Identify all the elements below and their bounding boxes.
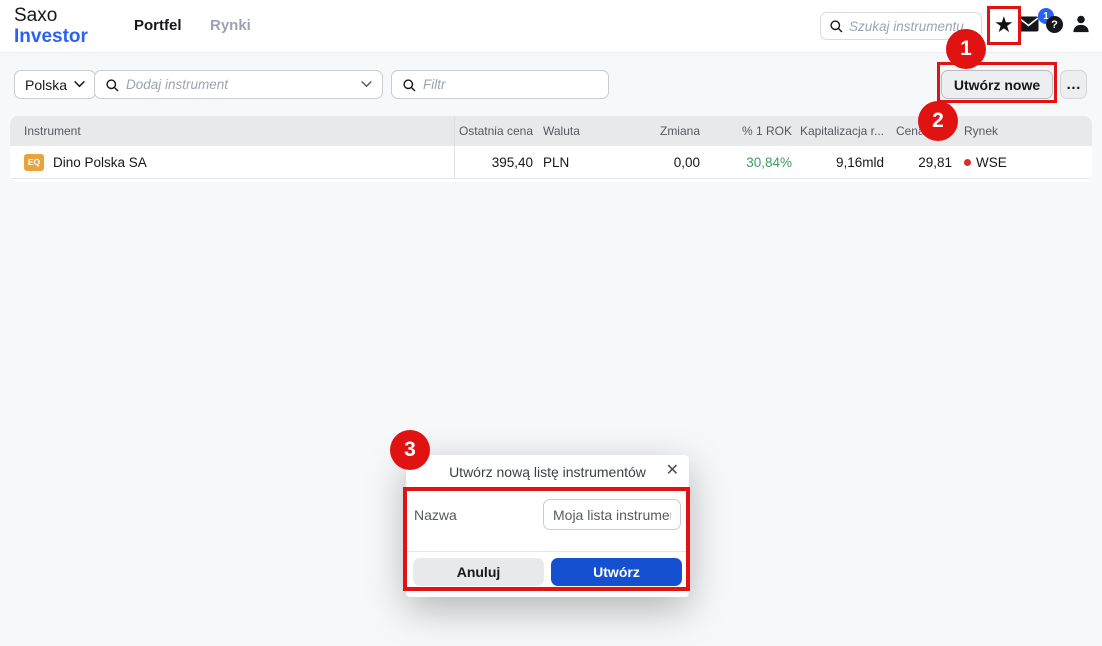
logo-line-investor: Investor xyxy=(14,26,88,47)
create-button[interactable]: Utwórz xyxy=(551,558,682,586)
column-header-market[interactable]: Rynek xyxy=(952,124,1092,138)
search-icon xyxy=(105,78,119,92)
nav-tab-rynki[interactable]: Rynki xyxy=(210,17,251,34)
price-earnings-cell: 29,81 xyxy=(884,155,952,170)
dialog-title: Utwórz nową listę instrumentów xyxy=(449,464,646,480)
dialog-body: Nazwa xyxy=(406,488,689,551)
search-icon xyxy=(402,78,416,92)
account-button[interactable] xyxy=(1072,14,1090,34)
market-code: WSE xyxy=(976,155,1007,170)
pct-1-year-cell: 30,84% xyxy=(700,155,792,170)
watchlist-star-button[interactable]: ★ xyxy=(994,12,1014,38)
last-price-cell: 395,40 xyxy=(455,155,533,170)
list-name-input[interactable] xyxy=(543,499,681,530)
close-button[interactable]: ✕ xyxy=(666,462,679,480)
search-icon xyxy=(829,19,843,33)
saxo-investor-logo[interactable]: Saxo Investor xyxy=(14,5,88,47)
change-cell: 0,00 xyxy=(605,155,700,170)
ellipsis-icon: … xyxy=(1066,80,1081,90)
create-list-dialog: Utwórz nową listę instrumentów ✕ Nazwa A… xyxy=(406,455,689,597)
chevron-down-icon xyxy=(74,81,85,88)
instrument-search-box[interactable] xyxy=(820,12,982,40)
region-selector-label: Polska xyxy=(25,77,67,93)
instrument-cell[interactable]: EQ Dino Polska SA xyxy=(10,146,455,178)
instrument-name: Dino Polska SA xyxy=(53,155,147,170)
search-input[interactable] xyxy=(849,19,973,34)
close-icon: ✕ xyxy=(666,462,679,479)
column-header-pct-1-year[interactable]: % 1 ROK xyxy=(700,124,792,138)
dialog-footer: Anuluj Utwórz xyxy=(406,551,689,597)
currency-cell: PLN xyxy=(533,155,605,170)
chevron-down-icon xyxy=(361,81,372,88)
region-selector-dropdown[interactable]: Polska xyxy=(14,70,96,99)
question-mark-icon: ? xyxy=(1051,19,1058,31)
market-cell: WSE xyxy=(952,155,1092,170)
equity-type-badge: EQ xyxy=(24,154,44,171)
messages-button[interactable]: 1 xyxy=(1018,16,1048,40)
filter-input[interactable] xyxy=(423,77,598,92)
market-cap-cell: 9,16mld xyxy=(792,155,884,170)
star-icon: ★ xyxy=(994,12,1014,37)
person-icon xyxy=(1072,14,1090,34)
market-status-dot xyxy=(964,159,971,166)
table-header-row: Instrument Ostatnia cena Waluta Zmiana %… xyxy=(10,116,1092,146)
column-header-price-earnings[interactable]: Cena/zysk xyxy=(884,124,952,138)
table-row[interactable]: EQ Dino Polska SA 395,40 PLN 0,00 30,84%… xyxy=(10,146,1092,179)
filter-box[interactable] xyxy=(391,70,609,99)
column-header-change[interactable]: Zmiana xyxy=(605,124,700,138)
column-header-instrument[interactable]: Instrument xyxy=(10,116,455,146)
column-header-market-cap[interactable]: Kapitalizacja r... xyxy=(792,124,884,138)
create-new-list-button[interactable]: Utwórz nowe xyxy=(941,70,1053,99)
add-instrument-input[interactable] xyxy=(126,77,354,92)
more-options-button[interactable]: … xyxy=(1060,70,1087,99)
dialog-title-bar: Utwórz nową listę instrumentów ✕ xyxy=(406,455,689,488)
watchlist-table: Instrument Ostatnia cena Waluta Zmiana %… xyxy=(10,116,1092,182)
column-header-last-price[interactable]: Ostatnia cena xyxy=(455,124,533,138)
logo-line-saxo: Saxo xyxy=(14,5,88,26)
nav-tab-portfel[interactable]: Portfel xyxy=(134,17,182,34)
cancel-button[interactable]: Anuluj xyxy=(413,558,544,586)
add-instrument-combobox[interactable] xyxy=(94,70,383,99)
column-header-currency[interactable]: Waluta xyxy=(533,124,605,138)
top-header: Saxo Investor Portfel Rynki ★ 1 ? xyxy=(0,0,1102,53)
help-button[interactable]: ? xyxy=(1046,16,1063,33)
name-field-label: Nazwa xyxy=(414,507,457,523)
